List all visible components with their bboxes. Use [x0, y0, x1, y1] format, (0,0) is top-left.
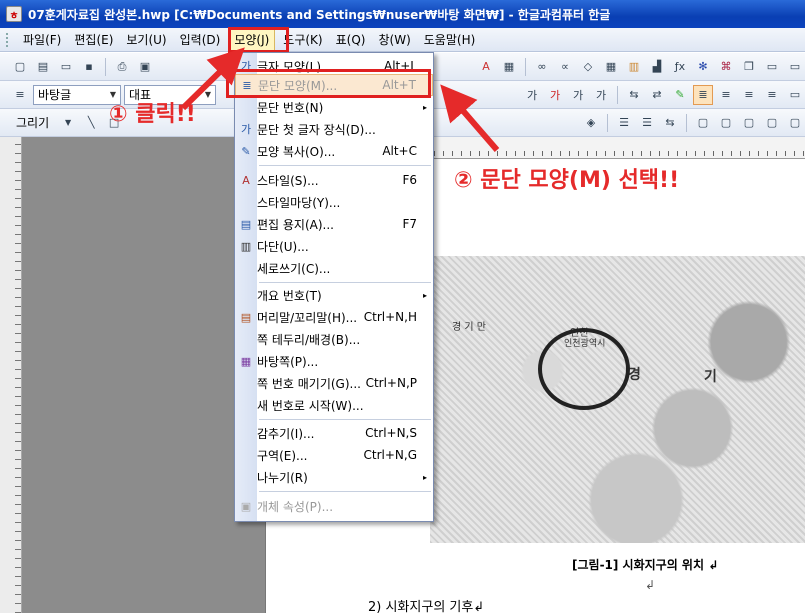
annotation-step1: ① 클릭!! — [109, 102, 196, 127]
annotation-arrows — [180, 47, 500, 152]
annotation-step2: ② 문단 모양(M) 선택!! — [454, 168, 680, 193]
arrow-to-para-shape — [440, 84, 500, 152]
